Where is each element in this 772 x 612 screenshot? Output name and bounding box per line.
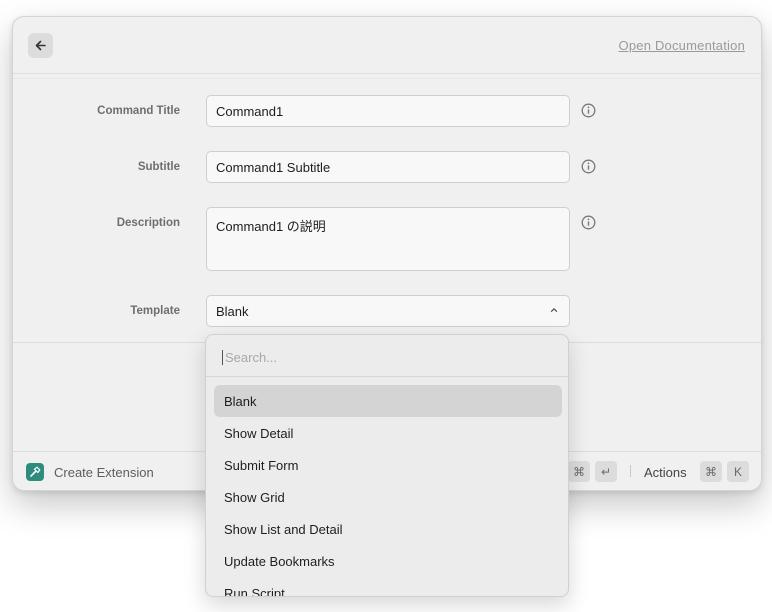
info-icon[interactable] [581, 103, 596, 118]
header: Open Documentation [13, 17, 761, 75]
create-extension-label: Create Extension [54, 465, 154, 480]
description-label: Description [116, 217, 180, 229]
template-select[interactable]: Blank [206, 295, 570, 327]
info-icon[interactable] [581, 159, 596, 174]
arrow-left-icon [35, 40, 46, 51]
dropdown-item-submit-form[interactable]: Submit Form [214, 449, 562, 481]
command-key: ⌘ [700, 461, 722, 482]
template-dropdown: Search... Blank Show Detail Submit Form … [205, 334, 569, 597]
open-documentation-link[interactable]: Open Documentation [619, 38, 745, 53]
chevron-up-icon [550, 308, 558, 312]
footer-separator [630, 465, 631, 477]
dropdown-item-update-bookmarks[interactable]: Update Bookmarks [214, 545, 562, 577]
info-icon[interactable] [581, 215, 596, 230]
command-title-label: Command Title [97, 105, 180, 117]
subtitle-label: Subtitle [137, 161, 180, 173]
description-textarea[interactable]: Command1 の説明 [206, 207, 570, 271]
command-title-input[interactable]: Command1 [206, 95, 570, 127]
dropdown-search: Search... [206, 335, 568, 377]
return-key: ↵ [595, 461, 617, 482]
template-select-value: Blank [216, 304, 249, 319]
template-label: Template [130, 305, 180, 317]
dropdown-item-show-list-and-detail[interactable]: Show List and Detail [214, 513, 562, 545]
header-divider-secondary [13, 78, 761, 79]
hammer-icon [30, 466, 41, 477]
back-button[interactable] [28, 33, 53, 58]
actions-button[interactable]: Actions [644, 465, 687, 480]
dropdown-search-input[interactable]: Search... [222, 350, 277, 365]
create-extension-icon [26, 463, 44, 481]
dropdown-item-run-script[interactable]: Run Script [214, 577, 562, 596]
dropdown-item-show-grid[interactable]: Show Grid [214, 481, 562, 513]
dropdown-item-show-detail[interactable]: Show Detail [214, 417, 562, 449]
k-key: K [727, 461, 749, 482]
command-key: ⌘ [568, 461, 590, 482]
dropdown-item-blank[interactable]: Blank [214, 385, 562, 417]
header-divider [13, 73, 761, 74]
subtitle-input[interactable]: Command1 Subtitle [206, 151, 570, 183]
